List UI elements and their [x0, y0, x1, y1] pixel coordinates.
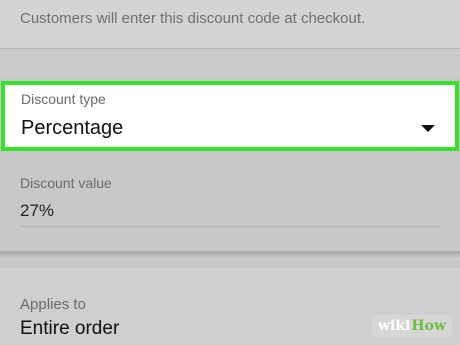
- discount-type-value[interactable]: Percentage: [21, 117, 123, 140]
- section-divider: [0, 49, 460, 77]
- discount-value-label: Discount value: [20, 175, 112, 191]
- discount-code-card: Customers will enter this discount code …: [0, 0, 460, 49]
- applies-to-label: Applies to: [20, 296, 86, 313]
- discount-value-field[interactable]: Discount value 27%: [0, 151, 460, 251]
- watermark-how-text: How: [411, 318, 446, 334]
- discount-value-underline: [20, 226, 440, 227]
- section-shadow-divider: [0, 251, 460, 257]
- discount-type-select[interactable]: Discount type Percentage: [1, 81, 459, 151]
- discount-code-helper-text: Customers will enter this discount code …: [20, 10, 366, 27]
- watermark-wiki-text: wiki: [377, 318, 411, 334]
- discount-value-input[interactable]: 27%: [20, 201, 54, 221]
- dropdown-arrow-icon[interactable]: [421, 125, 435, 132]
- discount-type-label: Discount type: [21, 91, 106, 107]
- wikihow-watermark: wiki How: [371, 315, 452, 337]
- applies-to-value[interactable]: Entire order: [20, 318, 119, 340]
